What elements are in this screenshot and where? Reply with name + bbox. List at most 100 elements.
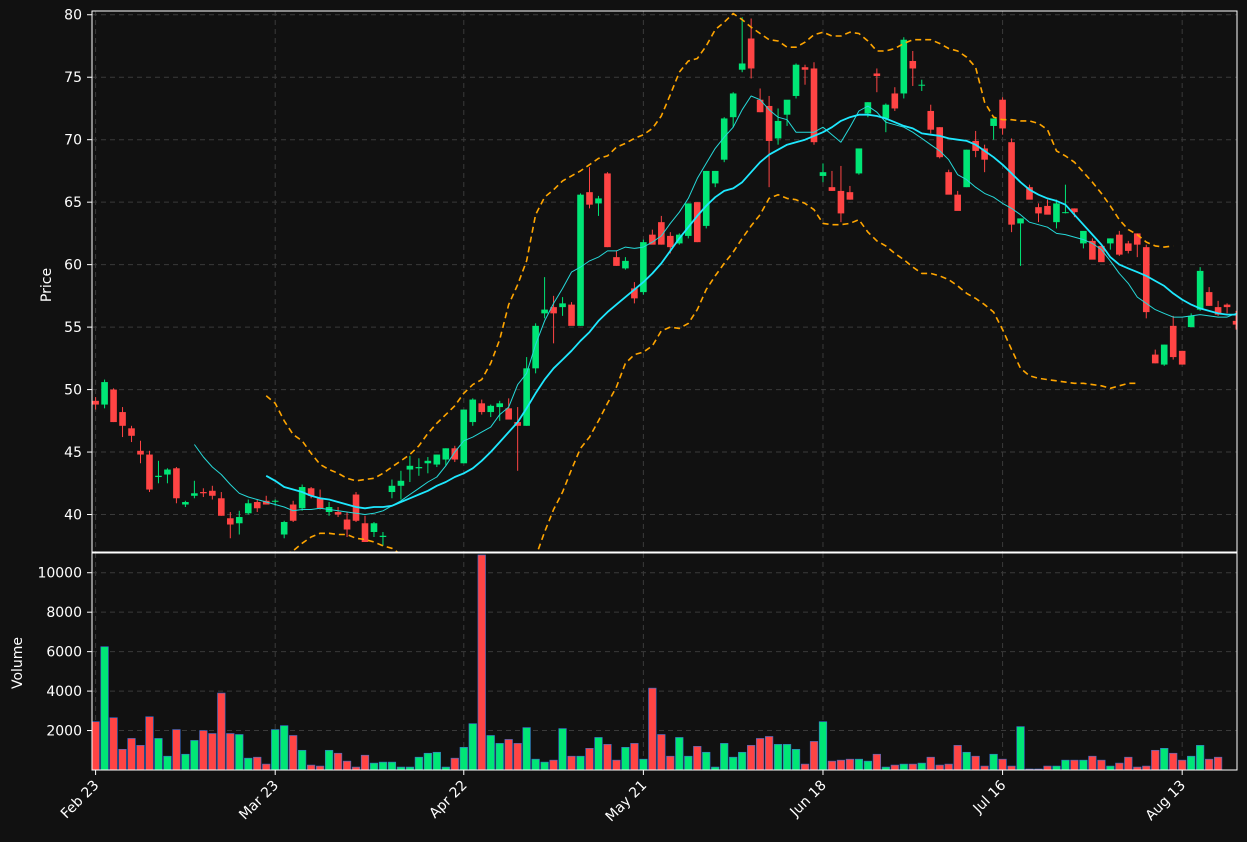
volume-bar	[172, 729, 181, 771]
candle-body	[1107, 238, 1114, 244]
candle-body	[954, 194, 961, 211]
candle-body	[397, 480, 405, 486]
candle-body	[909, 60, 917, 69]
overlays	[193, 12, 1237, 552]
stock-chart: Price 40 45 50 55 60 65 70 75 80 Volume 2000 4000…	[10, 8, 1238, 825]
volume-bar	[675, 737, 684, 771]
volume-bar	[127, 738, 136, 771]
volume-bar	[908, 763, 917, 771]
candle-body	[711, 170, 719, 184]
candle-body	[1205, 292, 1213, 306]
volume-bar	[414, 756, 423, 771]
volume-bar	[262, 763, 271, 771]
volume-bar	[890, 764, 899, 771]
price-tick-label: 60	[64, 258, 82, 274]
volume-bar	[800, 763, 810, 771]
candle-body	[316, 498, 324, 509]
volume-bar	[998, 758, 1007, 771]
candle-body	[837, 190, 845, 214]
candle-body	[442, 448, 450, 460]
candle-body	[693, 202, 701, 243]
volume-bar	[1070, 759, 1079, 771]
volume-bar	[1061, 759, 1070, 771]
candle-body	[146, 454, 153, 490]
candle-body	[1142, 247, 1150, 313]
candle-body	[173, 468, 180, 499]
volume-bar	[163, 755, 172, 771]
candle-body	[801, 67, 809, 70]
candle-body	[1044, 205, 1051, 215]
volume-bar	[657, 734, 666, 771]
candle-body	[478, 403, 486, 413]
volume-bar	[684, 755, 693, 771]
volume-bar	[513, 743, 522, 771]
candle-body	[1080, 230, 1087, 244]
candle-body	[1035, 207, 1042, 214]
volume-bar	[1106, 765, 1115, 771]
candle-body	[496, 403, 503, 408]
candle-body	[882, 104, 890, 119]
volume-panel: Volume 2000 4000 6000 8000 10000 Feb 23 Mar 23…	[10, 552, 1238, 825]
candle-body	[370, 523, 378, 533]
volume-bar	[1097, 759, 1106, 771]
volume-bar	[854, 758, 863, 771]
candle-body	[298, 487, 306, 509]
candle-body	[774, 120, 782, 139]
volume-bar	[118, 748, 127, 771]
volume-bar	[720, 743, 729, 771]
candle-body	[1008, 142, 1015, 225]
volume-bar	[324, 749, 334, 771]
volume-bar	[962, 751, 971, 771]
volume-bar	[1205, 758, 1214, 771]
volume-bar	[1151, 749, 1160, 771]
volume-bar	[1160, 747, 1169, 771]
candle-body	[253, 502, 261, 509]
volume-bar	[926, 756, 935, 771]
volume-bar	[1115, 762, 1124, 771]
volume-bar	[1052, 765, 1061, 771]
volume-bar	[594, 737, 603, 771]
date-tick-label: Aug 13	[1143, 778, 1189, 824]
volume-bar	[235, 734, 244, 771]
volume-bar	[91, 721, 100, 771]
volume-tick-label: 2000	[46, 724, 82, 740]
volume-bar	[423, 752, 432, 771]
volume-bar	[190, 740, 199, 771]
candle-body	[1053, 203, 1060, 223]
candle-body	[200, 492, 207, 494]
band-upper-line	[265, 12, 1174, 482]
candle-body	[406, 465, 414, 470]
volume-bar	[289, 735, 298, 771]
volume-bar	[1088, 755, 1097, 771]
candle-body	[289, 504, 297, 521]
candle-body	[1169, 325, 1177, 358]
candle-body	[92, 400, 99, 405]
date-tick-label: Mar 23	[236, 778, 282, 824]
volume-bar	[863, 760, 872, 771]
price-tick-label: 75	[64, 70, 82, 86]
volume-tick-label: 8000	[46, 605, 82, 621]
candle-body	[209, 490, 216, 496]
candle-body	[1223, 304, 1231, 308]
candle-body	[128, 428, 135, 436]
volume-bar	[522, 727, 531, 771]
candle-body	[532, 325, 539, 369]
volume-bar	[764, 736, 774, 771]
price-axis-label: Price	[39, 268, 55, 302]
price-tick-label: 80	[64, 8, 82, 24]
candle-body	[918, 84, 926, 86]
volume-bar	[495, 743, 504, 771]
volume-bar	[477, 554, 486, 771]
volume-bar	[486, 735, 495, 771]
volume-bar	[989, 753, 998, 771]
date-tick-label: Jul 16	[970, 777, 1010, 817]
volume-bar	[450, 757, 459, 771]
volume-bar	[612, 759, 621, 771]
volume-bar	[369, 762, 379, 771]
volume-bar	[217, 692, 226, 771]
candle-body	[541, 309, 548, 314]
volume-bar	[199, 730, 208, 771]
candle-body	[568, 304, 575, 326]
candle-body	[667, 235, 674, 248]
candle-body	[613, 257, 620, 266]
